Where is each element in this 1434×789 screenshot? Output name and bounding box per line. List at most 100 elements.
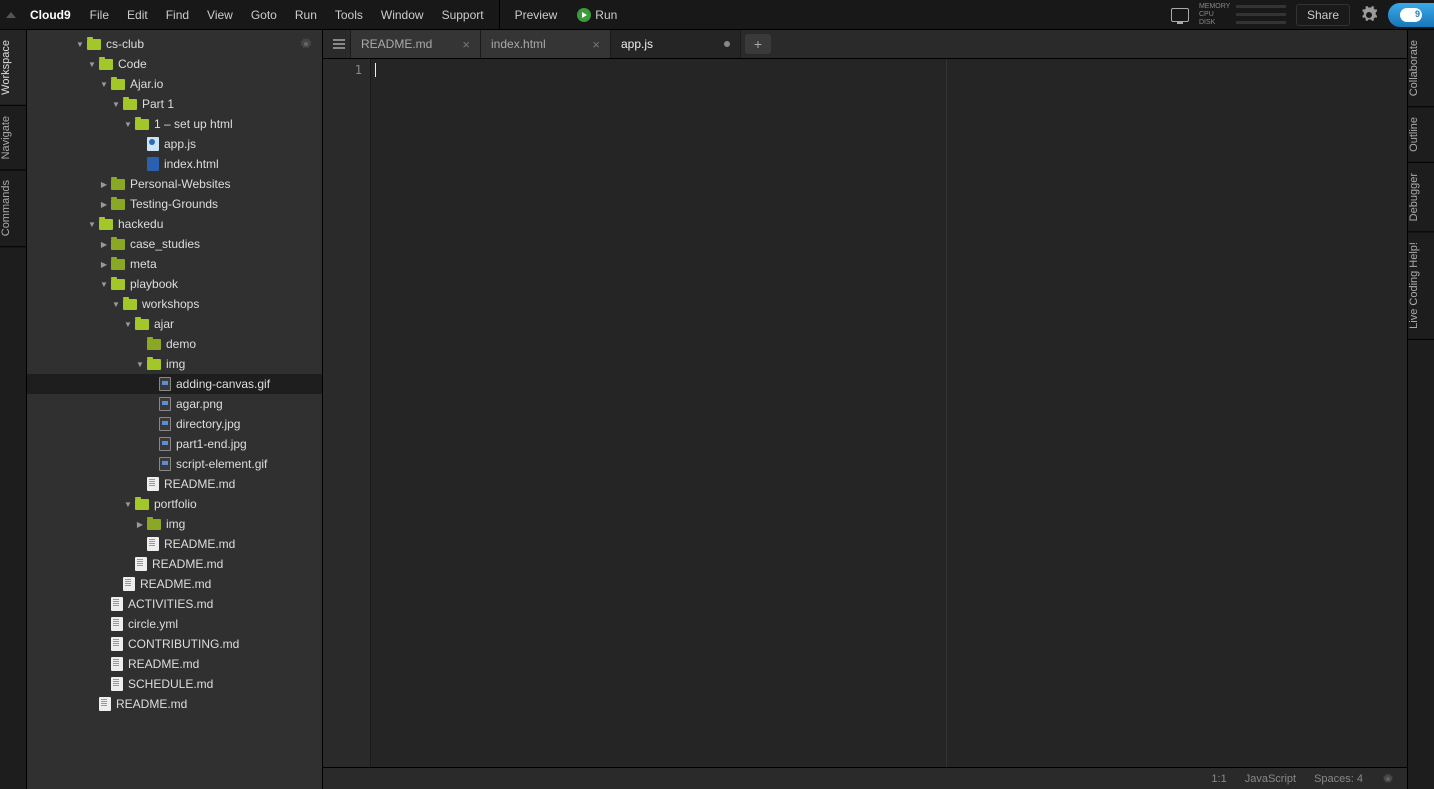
rail-outline[interactable]: Outline xyxy=(1408,107,1434,163)
rail-collaborate[interactable]: Collaborate xyxy=(1408,30,1434,107)
menu-support[interactable]: Support xyxy=(433,0,493,30)
file-app-js[interactable]: app.js xyxy=(27,134,322,154)
chevron-down-icon[interactable] xyxy=(123,319,133,330)
menubar-handle[interactable] xyxy=(6,12,20,18)
file-directory-jpg[interactable]: directory.jpg xyxy=(27,414,322,434)
menu-window[interactable]: Window xyxy=(372,0,433,30)
tab-index-html[interactable]: index.html× xyxy=(481,30,611,58)
editor-body[interactable]: 1 xyxy=(323,59,1407,767)
folder-cs-club[interactable]: cs-club xyxy=(27,34,322,54)
file-icon xyxy=(111,597,123,611)
folder-portfolio[interactable]: portfolio xyxy=(27,494,322,514)
share-button[interactable]: Share xyxy=(1296,4,1350,26)
chevron-down-icon[interactable] xyxy=(111,99,121,110)
file-activities-md[interactable]: ACTIVITIES.md xyxy=(27,594,322,614)
chevron-right-icon[interactable] xyxy=(99,259,109,270)
file-readme-md[interactable]: README.md xyxy=(27,694,322,714)
divider xyxy=(499,0,500,30)
tab-list-icon[interactable] xyxy=(327,30,351,58)
menu-view[interactable]: View xyxy=(198,0,242,30)
menu-edit[interactable]: Edit xyxy=(118,0,157,30)
folder-1-set-up-html[interactable]: 1 – set up html xyxy=(27,114,322,134)
folder-ajar[interactable]: ajar xyxy=(27,314,322,334)
folder-img[interactable]: img xyxy=(27,354,322,374)
gear-icon[interactable] xyxy=(1360,6,1378,24)
rail-workspace[interactable]: Workspace xyxy=(0,30,26,106)
chevron-down-icon[interactable] xyxy=(99,279,109,290)
close-icon[interactable]: × xyxy=(462,37,470,52)
file-part1-end-jpg[interactable]: part1-end.jpg xyxy=(27,434,322,454)
menu-tools[interactable]: Tools xyxy=(326,0,372,30)
folder-icon xyxy=(111,79,125,90)
rail-commands[interactable]: Commands xyxy=(0,170,26,247)
file-contributing-md[interactable]: CONTRIBUTING.md xyxy=(27,634,322,654)
tree-label: img xyxy=(166,517,185,531)
folder-img[interactable]: img xyxy=(27,514,322,534)
rail-debugger[interactable]: Debugger xyxy=(1408,163,1434,232)
file-schedule-md[interactable]: SCHEDULE.md xyxy=(27,674,322,694)
folder-ajar-io[interactable]: Ajar.io xyxy=(27,74,322,94)
menu-run[interactable]: Run xyxy=(286,0,326,30)
language-mode[interactable]: JavaScript xyxy=(1245,773,1296,785)
brand[interactable]: Cloud9 xyxy=(20,8,81,22)
menu-goto[interactable]: Goto xyxy=(242,0,286,30)
run-button[interactable]: Run xyxy=(568,0,626,30)
file-readme-md[interactable]: README.md xyxy=(27,654,322,674)
chevron-down-icon[interactable] xyxy=(99,79,109,90)
indent-setting[interactable]: Spaces: 4 xyxy=(1314,773,1363,785)
tree-label: README.md xyxy=(164,477,235,491)
preview-button[interactable]: Preview xyxy=(506,0,567,30)
folder-hackedu[interactable]: hackedu xyxy=(27,214,322,234)
chevron-down-icon[interactable] xyxy=(87,59,97,70)
cloud9-logo[interactable] xyxy=(1388,3,1434,27)
tab-readme-md[interactable]: README.md× xyxy=(351,30,481,58)
file-adding-canvas-gif[interactable]: adding-canvas.gif xyxy=(27,374,322,394)
file-readme-md[interactable]: README.md xyxy=(27,474,322,494)
folder-demo[interactable]: demo xyxy=(27,334,322,354)
file-readme-md[interactable]: README.md xyxy=(27,574,322,594)
chevron-down-icon[interactable] xyxy=(87,219,97,230)
folder-code[interactable]: Code xyxy=(27,54,322,74)
tree-label: Personal-Websites xyxy=(130,177,231,191)
code-area[interactable] xyxy=(371,59,1407,767)
folder-personal-websites[interactable]: Personal-Websites xyxy=(27,174,322,194)
file-icon xyxy=(111,677,123,691)
file-agar-png[interactable]: agar.png xyxy=(27,394,322,414)
folder-playbook[interactable]: playbook xyxy=(27,274,322,294)
layout-icon[interactable] xyxy=(1171,8,1189,22)
rail-live-coding-help-[interactable]: Live Coding Help! xyxy=(1408,232,1434,340)
chevron-right-icon[interactable] xyxy=(99,179,109,190)
close-icon[interactable]: × xyxy=(592,37,600,52)
file-script-element-gif[interactable]: script-element.gif xyxy=(27,454,322,474)
chevron-down-icon[interactable] xyxy=(111,299,121,310)
tree-label: Code xyxy=(118,57,147,71)
folder-meta[interactable]: meta xyxy=(27,254,322,274)
chevron-down-icon[interactable] xyxy=(135,359,145,370)
file-circle-yml[interactable]: circle.yml xyxy=(27,614,322,634)
tab-app-js[interactable]: app.js xyxy=(611,30,741,58)
chevron-right-icon[interactable] xyxy=(99,239,109,250)
chevron-right-icon[interactable] xyxy=(99,199,109,210)
folder-case-studies[interactable]: case_studies xyxy=(27,234,322,254)
file-index-html[interactable]: index.html xyxy=(27,154,322,174)
folder-workshops[interactable]: workshops xyxy=(27,294,322,314)
folder-icon xyxy=(111,199,125,210)
chevron-down-icon[interactable] xyxy=(123,499,133,510)
cursor-position[interactable]: 1:1 xyxy=(1211,773,1226,785)
dirty-indicator-icon[interactable] xyxy=(724,41,730,47)
tree-settings-icon[interactable] xyxy=(298,36,314,52)
file-readme-md[interactable]: README.md xyxy=(27,554,322,574)
new-tab-button[interactable]: + xyxy=(745,34,771,54)
chevron-down-icon[interactable] xyxy=(75,39,85,50)
status-gear-icon[interactable] xyxy=(1381,772,1395,786)
chevron-down-icon[interactable] xyxy=(123,119,133,130)
file-readme-md[interactable]: README.md xyxy=(27,534,322,554)
chevron-right-icon[interactable] xyxy=(135,519,145,530)
menu-file[interactable]: File xyxy=(81,0,118,30)
tree-label: workshops xyxy=(142,297,199,311)
folder-testing-grounds[interactable]: Testing-Grounds xyxy=(27,194,322,214)
menu-find[interactable]: Find xyxy=(157,0,198,30)
tree-label: img xyxy=(166,357,185,371)
rail-navigate[interactable]: Navigate xyxy=(0,106,26,170)
folder-part-1[interactable]: Part 1 xyxy=(27,94,322,114)
